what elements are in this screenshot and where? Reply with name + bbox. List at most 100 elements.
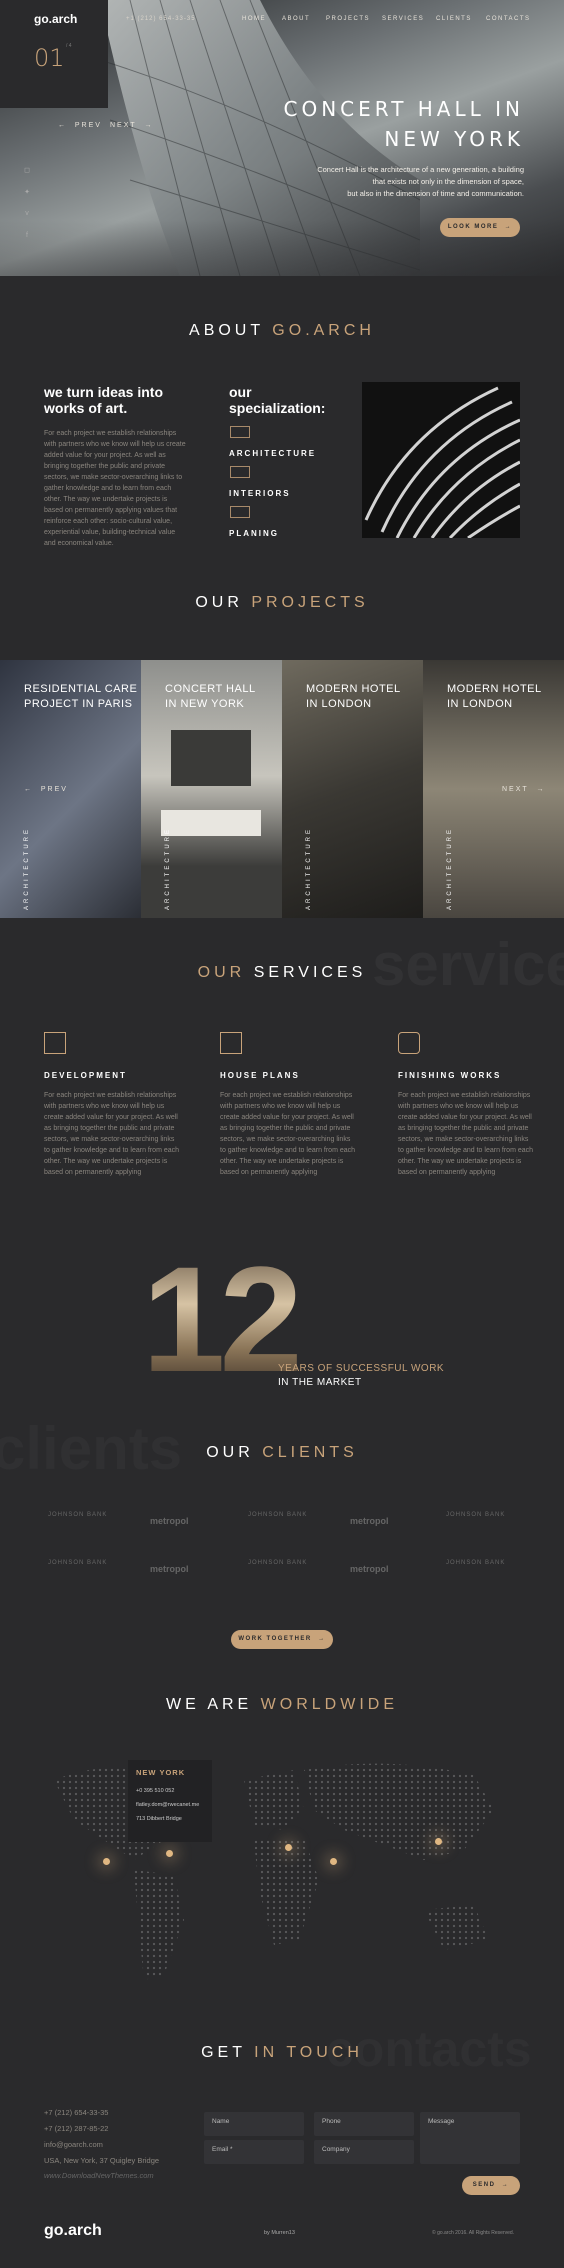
- project-1-line2: PROJECT IN PARIS: [24, 698, 133, 710]
- client-logo-8: JOHNSON BANK: [248, 1560, 308, 1566]
- project-title-4: MODERN HOTEL IN LONDON: [447, 682, 542, 712]
- hero-title-line2: NEW YORK: [384, 127, 524, 151]
- slide-total: / 4: [66, 43, 72, 49]
- footer-copyright: © go.arch 2016. All Rights Reserved.: [432, 2230, 515, 2236]
- project-card-1[interactable]: RESIDENTIAL CARE PROJECT IN PARIS ARCHITE…: [0, 660, 141, 918]
- hero-title-line1: CONCERT HALL IN: [283, 97, 524, 121]
- contact-title: GET IN TOUCH: [0, 2044, 564, 2062]
- projects-next-label: NEXT: [502, 786, 529, 793]
- send-button[interactable]: SEND →: [462, 2176, 520, 2195]
- map-marker-1[interactable]: [103, 1858, 110, 1865]
- work-together-button[interactable]: WORK TOGETHER →: [231, 1630, 333, 1649]
- instagram-icon[interactable]: ◻: [20, 166, 34, 188]
- map-marker-5[interactable]: [435, 1838, 442, 1845]
- specialization-heading: our specialization:: [229, 384, 325, 416]
- work-together-label: WORK TOGETHER: [238, 1636, 312, 1642]
- projects-title-text: OUR: [195, 594, 243, 611]
- nav-projects[interactable]: PROJECTS: [326, 16, 370, 22]
- contact-address: USA, New York, 37 Quigley Bridge: [44, 2156, 160, 2165]
- about-image: [362, 382, 520, 538]
- client-logo-2: metropol: [150, 1516, 189, 1526]
- service-2-text: For each project we establish relationsh…: [220, 1092, 356, 1176]
- worldwide-title-text: WE ARE: [165, 1696, 253, 1713]
- client-logo-7: metropol: [150, 1564, 189, 1574]
- about-title: ABOUT GO.ARCH: [0, 322, 564, 340]
- map-marker-3[interactable]: [285, 1844, 292, 1851]
- footer-logo[interactable]: go.arch: [44, 2222, 102, 2240]
- service-2-name: HOUSE PLANS: [220, 1071, 300, 1080]
- hero-next-label: NEXT: [110, 122, 137, 129]
- project-3-line2: IN LONDON: [306, 698, 372, 710]
- services-title-accent: OUR: [197, 964, 246, 981]
- projects-prev-button[interactable]: ← PREV: [24, 786, 68, 793]
- contact-phone-2[interactable]: +7 (212) 287-85-22: [44, 2124, 108, 2133]
- client-logo-1: JOHNSON BANK: [48, 1512, 108, 1518]
- service-1-name: DEVELOPMENT: [44, 1071, 127, 1080]
- nav-clients[interactable]: CLIENTS: [436, 16, 472, 22]
- client-logo-4: metropol: [350, 1516, 389, 1526]
- hero-desc-line3: but also in the dimension of time and co…: [347, 189, 524, 198]
- phone-field[interactable]: Phone: [314, 2112, 414, 2136]
- contact-phone-1[interactable]: +7 (212) 654-33-35: [44, 2108, 108, 2117]
- company-field[interactable]: Company: [314, 2140, 414, 2164]
- name-field[interactable]: Name: [204, 2112, 304, 2136]
- about-title-text: ABOUT: [189, 322, 264, 339]
- projects-prev-label: PREV: [40, 786, 68, 793]
- slide-number: 01: [34, 44, 65, 72]
- logo[interactable]: go.arch: [34, 12, 77, 26]
- years-line2: IN THE MARKET: [278, 1377, 362, 1388]
- ruler-icon: [44, 1032, 66, 1054]
- floorplan-icon: [220, 1032, 242, 1054]
- hero-prev-label: PREV: [74, 122, 102, 129]
- facebook-icon[interactable]: f: [20, 232, 34, 254]
- project-3-line1: MODERN HOTEL: [306, 683, 401, 695]
- message-field[interactable]: Message: [420, 2112, 520, 2164]
- client-logo-5: JOHNSON BANK: [446, 1512, 506, 1518]
- contact-title-accent: IN TOUCH: [254, 2044, 363, 2061]
- about-body: For each project we establish relationsh…: [44, 430, 186, 547]
- map-marker-4[interactable]: [330, 1858, 337, 1865]
- twitter-icon[interactable]: ✦: [20, 188, 34, 210]
- about-heading: we turn ideas into works of art.: [44, 384, 163, 416]
- office-card: NEW YORK +0 395 510 052 flatley.dom@rwec…: [128, 1760, 212, 1842]
- map-marker-2[interactable]: [166, 1850, 173, 1857]
- project-2-line1: CONCERT HALL: [165, 683, 256, 695]
- send-label: SEND: [472, 2182, 496, 2188]
- project-title-1: RESIDENTIAL CARE PROJECT IN PARIS: [24, 682, 137, 712]
- top-navigation: go.arch +1 (212) 654-33-35 HOME ABOUT PR…: [0, 0, 564, 40]
- nav-home[interactable]: HOME: [242, 16, 266, 22]
- nav-services[interactable]: SERVICES: [382, 16, 424, 22]
- hero-next-button[interactable]: NEXT →: [110, 122, 154, 129]
- hero-prev-button[interactable]: ← PREV: [58, 122, 102, 129]
- clients-title: OUR CLIENTS: [0, 1444, 564, 1462]
- services-title-text: SERVICES: [253, 964, 367, 981]
- header-phone: +1 (212) 654-33-35: [126, 16, 196, 22]
- email-field[interactable]: Email *: [204, 2140, 304, 2164]
- project-card-3[interactable]: MODERN HOTEL IN LONDON ARCHITECTURE: [282, 660, 423, 918]
- contact-email[interactable]: info@goarch.com: [44, 2140, 103, 2149]
- clients-title-text: OUR: [206, 1444, 254, 1461]
- paint-roller-icon: [398, 1032, 420, 1054]
- office-email: flatley.dom@rwecanet.me: [136, 1802, 200, 1808]
- project-card-2[interactable]: CONCERT HALL IN NEW YORK ARCHITECTURE: [141, 660, 282, 918]
- spec-planing: PLANING: [229, 529, 279, 538]
- vimeo-icon[interactable]: v: [20, 210, 34, 232]
- contact-title-text: GET: [201, 2044, 246, 2061]
- years-caption: YEARS OF SUCCESSFUL WORK IN THE MARKET: [278, 1362, 444, 1390]
- nav-about[interactable]: ABOUT: [282, 16, 310, 22]
- project-4-line2: IN LONDON: [447, 698, 513, 710]
- hero-desc-line2: that exists not only in the dimension of…: [372, 177, 524, 186]
- nav-contacts[interactable]: CONTACTS: [486, 16, 531, 22]
- projects-title-accent: PROJECTS: [251, 594, 369, 611]
- service-1-text: For each project we establish relationsh…: [44, 1092, 180, 1176]
- look-more-button[interactable]: LOOK MORE →: [440, 218, 520, 237]
- office-phone: +0 395 510 052: [136, 1788, 175, 1794]
- project-1-line1: RESIDENTIAL CARE: [24, 683, 138, 695]
- hero-description: Concert Hall is the architecture of a ne…: [264, 164, 524, 200]
- projects-next-button[interactable]: NEXT →: [502, 786, 546, 793]
- service-3-text: For each project we establish relationsh…: [398, 1092, 534, 1176]
- client-logo-6: JOHNSON BANK: [48, 1560, 108, 1566]
- about-title-accent: GO.ARCH: [272, 322, 375, 339]
- interiors-icon: [230, 466, 250, 478]
- client-logo-9: metropol: [350, 1564, 389, 1574]
